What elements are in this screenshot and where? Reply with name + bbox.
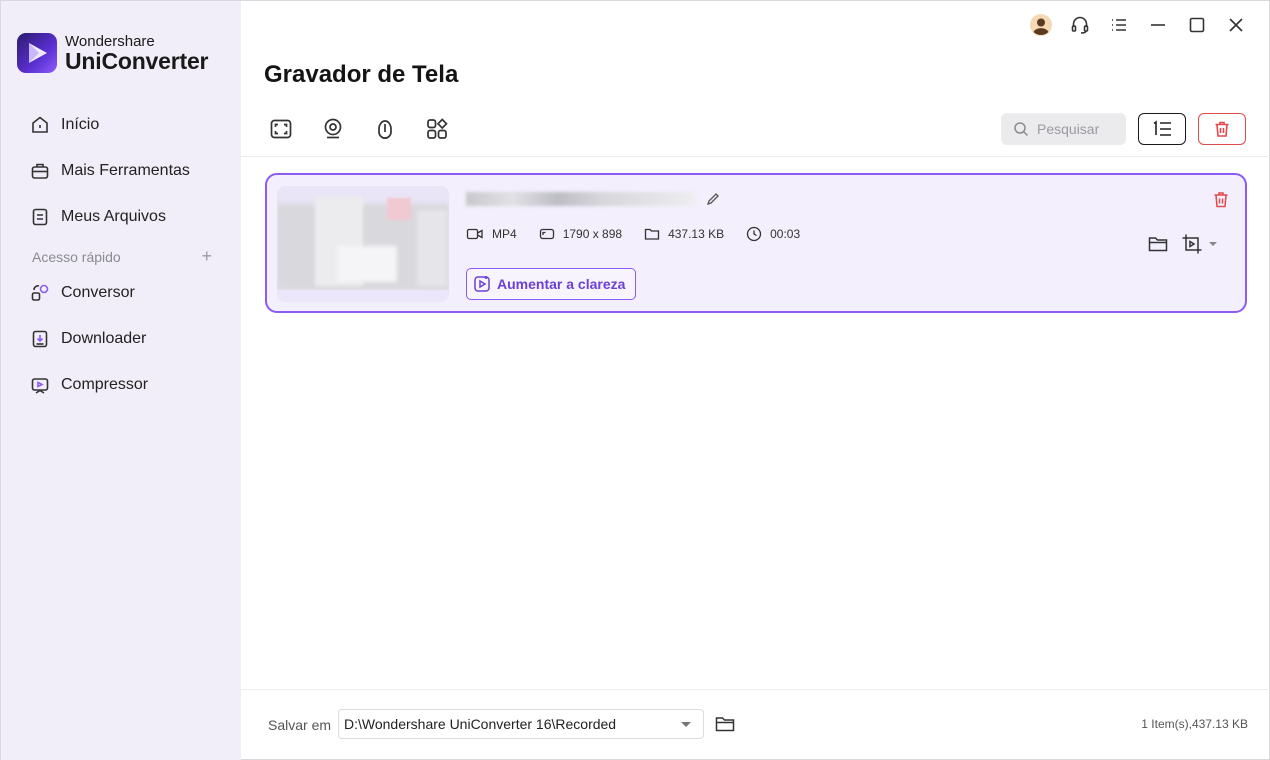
chevron-down-icon xyxy=(1209,242,1217,246)
recorder-mode-toolbar xyxy=(267,115,451,143)
search-placeholder: Pesquisar xyxy=(1037,121,1100,137)
audio-record-icon xyxy=(378,120,392,139)
screen-record-icon xyxy=(270,119,292,139)
footer-divider xyxy=(241,689,1270,690)
sidebar-item-label: Início xyxy=(61,116,100,133)
redacted-file-name xyxy=(466,192,696,207)
video-thumbnail[interactable] xyxy=(277,186,449,302)
screen-record-button[interactable] xyxy=(267,115,295,143)
headset-icon xyxy=(1071,16,1088,34)
app-logo-icon xyxy=(17,33,57,73)
header-divider xyxy=(241,156,1270,157)
window-controls xyxy=(1021,11,1255,39)
sidebar-item-mais-ferramentas[interactable]: Mais Ferramentas xyxy=(29,158,190,184)
home-icon xyxy=(29,114,51,136)
browse-folder-button[interactable] xyxy=(714,713,736,735)
resolution-meta: 1790 x 898 xyxy=(539,227,622,241)
webcam-record-icon xyxy=(324,118,342,139)
sidebar-item-label: Mais Ferramentas xyxy=(61,162,190,179)
toolbox-icon xyxy=(29,160,51,182)
maximize-button[interactable] xyxy=(1177,11,1216,39)
save-location-label: Salvar em xyxy=(268,717,332,733)
delete-item-button[interactable] xyxy=(1211,189,1231,209)
video-camera-icon xyxy=(466,228,483,240)
maximize-icon xyxy=(1189,17,1204,33)
close-button[interactable] xyxy=(1216,11,1255,39)
crop-edit-icon xyxy=(1182,234,1202,254)
webcam-record-button[interactable] xyxy=(319,115,347,143)
user-avatar-icon xyxy=(1029,14,1052,36)
converter-icon xyxy=(29,282,51,304)
file-name[interactable] xyxy=(466,190,720,207)
files-icon xyxy=(29,206,51,228)
downloader-icon xyxy=(29,328,51,350)
sidebar-item-label: Meus Arquivos xyxy=(61,208,166,225)
enhance-clarity-button[interactable]: Aumentar a clareza xyxy=(466,268,637,300)
trash-icon xyxy=(1215,121,1229,137)
sidebar-item-label: Compressor xyxy=(61,376,149,393)
quick-access-header: Acesso rápido + xyxy=(32,246,212,267)
enhance-clarity-label: Aumentar a clareza xyxy=(497,276,626,292)
save-path-select[interactable]: D:\Wondershare UniConverter 16\Recorded xyxy=(338,709,704,739)
support-button[interactable] xyxy=(1060,11,1099,39)
search-input[interactable]: Pesquisar xyxy=(1001,113,1126,145)
brand: Wondershare UniConverter xyxy=(17,33,208,73)
page-title: Gravador de Tela xyxy=(264,61,459,88)
account-button[interactable] xyxy=(1021,11,1060,39)
audio-record-button[interactable] xyxy=(371,115,399,143)
apps-grid-icon xyxy=(427,118,448,139)
open-folder-button[interactable] xyxy=(1147,233,1169,255)
add-quick-access-button[interactable]: + xyxy=(201,246,212,267)
more-tools-button[interactable] xyxy=(423,115,451,143)
folder-icon xyxy=(715,717,735,732)
filesize-value: 437.13 KB xyxy=(668,227,725,241)
menu-button[interactable] xyxy=(1099,11,1138,39)
clock-icon xyxy=(746,226,762,242)
brand-product: UniConverter xyxy=(65,47,209,74)
recording-item-card[interactable]: MP4 1790 x 898 437.13 KB 00:03 Aumentar … xyxy=(265,173,1247,313)
chevron-down-icon xyxy=(681,722,691,727)
brand-company: Wondershare xyxy=(65,32,155,50)
trash-icon xyxy=(1214,191,1228,207)
enhance-icon xyxy=(474,276,490,292)
menu-list-icon xyxy=(1111,19,1126,31)
quick-access-label: Acesso rápido xyxy=(32,249,121,265)
format-meta: MP4 xyxy=(466,227,517,241)
sidebar-item-downloader[interactable]: Downloader xyxy=(29,326,146,352)
file-metadata: MP4 1790 x 898 437.13 KB 00:03 xyxy=(466,226,822,242)
search-icon xyxy=(1014,122,1029,137)
sidebar-item-compressor[interactable]: Compressor xyxy=(29,372,148,398)
sidebar-item-inicio[interactable]: Início xyxy=(29,112,99,138)
duration-meta: 00:03 xyxy=(746,226,800,242)
resolution-icon xyxy=(539,228,554,240)
sort-list-icon xyxy=(1153,120,1171,136)
sidebar-item-label: Conversor xyxy=(61,284,135,301)
close-icon xyxy=(1228,18,1243,32)
minimize-icon xyxy=(1150,24,1165,26)
resolution-value: 1790 x 898 xyxy=(562,227,623,241)
sidebar-item-label: Downloader xyxy=(61,330,147,347)
sidebar: Wondershare UniConverter Início Mais Fer… xyxy=(1,1,241,760)
filesize-meta: 437.13 KB xyxy=(644,227,724,241)
sort-button[interactable] xyxy=(1138,113,1186,145)
app-window: Wondershare UniConverter Início Mais Fer… xyxy=(0,0,1270,760)
save-path-value: D:\Wondershare UniConverter 16\Recorded xyxy=(344,716,617,732)
format-value: MP4 xyxy=(492,227,517,241)
items-summary: 1 Item(s),437.13 KB xyxy=(1141,717,1248,731)
folder-icon xyxy=(644,228,660,240)
compressor-icon xyxy=(29,374,51,396)
sidebar-item-conversor[interactable]: Conversor xyxy=(29,280,135,306)
edit-options-dropdown[interactable] xyxy=(1181,232,1221,256)
folder-icon xyxy=(1148,237,1168,252)
edit-name-icon xyxy=(707,193,720,206)
delete-all-button[interactable] xyxy=(1198,113,1246,145)
minimize-button[interactable] xyxy=(1138,11,1177,39)
sidebar-item-meus-arquivos[interactable]: Meus Arquivos xyxy=(29,204,166,230)
duration-value: 00:03 xyxy=(770,227,801,241)
